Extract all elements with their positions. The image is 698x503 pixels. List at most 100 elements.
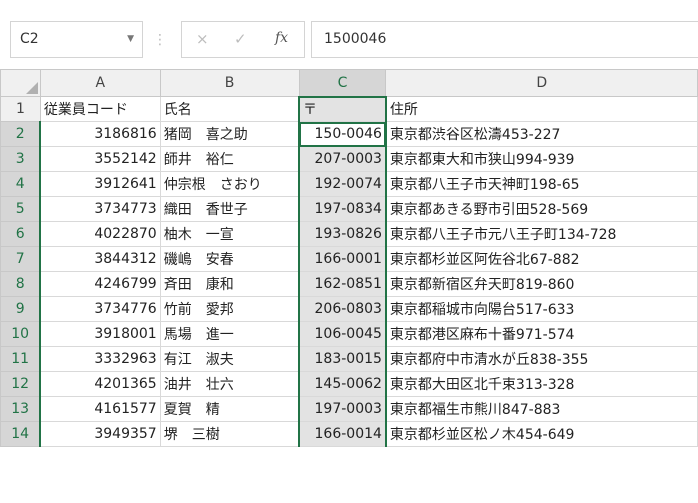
cell-employee-code[interactable]: 4246799 [39,271,161,297]
cell-address[interactable]: 東京都あきる野市引田528-569 [385,196,698,222]
cell-name[interactable]: 猪岡 喜之助 [159,121,300,147]
cell-address[interactable]: 東京都大田区北千束313-328 [385,371,698,397]
spreadsheet-window: C2 ▼ ⋮ × ✓ fx 1500046 A B C D 1 従業員コード 氏… [0,0,698,503]
cell-address[interactable]: 東京都港区麻布十番971-574 [385,321,698,347]
row-header[interactable]: 3 [0,146,42,172]
row-header[interactable]: 5 [0,196,42,222]
column-header-a[interactable]: A [39,69,161,97]
column-header-b[interactable]: B [159,69,300,97]
cell-name[interactable]: 織田 香世子 [159,196,300,222]
cell-employee-code[interactable]: 4022870 [39,221,161,247]
cell-zip[interactable]: 166-0001 [298,246,387,272]
enter-check-icon[interactable]: ✓ [234,30,247,48]
cell-employee-code[interactable]: 4161577 [39,396,161,422]
cell-address[interactable]: 東京都新宿区弁天町819-860 [385,271,698,297]
cell-zip[interactable]: 197-0003 [298,396,387,422]
cell-zip[interactable]: 193-0826 [298,221,387,247]
cell-name[interactable]: 師井 裕仁 [159,146,300,172]
row-header[interactable]: 4 [0,171,42,197]
cell-employee-code[interactable]: 3918001 [39,321,161,347]
cell-name[interactable]: 斉田 康和 [159,271,300,297]
formula-bar: C2 ▼ ⋮ × ✓ fx 1500046 [0,0,698,69]
table-row: 10 3918001 馬場 進一 106-0045 東京都港区麻布十番971-574 [0,321,698,347]
cell-employee-code[interactable]: 3734773 [39,196,161,222]
column-header-d[interactable]: D [385,69,698,97]
cancel-icon[interactable]: × [196,30,209,48]
cell-employee-code[interactable]: 3552142 [39,146,161,172]
table-row: 9 3734776 竹前 愛邦 206-0803 東京都稲城市向陽台517-633 [0,296,698,322]
cell-zip[interactable]: 206-0803 [298,296,387,322]
cell-zip[interactable]: 183-0015 [298,346,387,372]
table-row: 11 3332963 有江 淑夫 183-0015 東京都府中市清水が丘838-355 [0,346,698,372]
cell-name[interactable]: 柚木 一宣 [159,221,300,247]
insert-function-icon[interactable]: fx [275,30,288,46]
row-header[interactable]: 14 [0,421,42,447]
row-header[interactable]: 11 [0,346,42,372]
cell-name[interactable]: 仲宗根 さおり [159,171,300,197]
cell-address[interactable]: 東京都渋谷区松濤453-227 [385,121,698,147]
cell-name[interactable]: 磯嶋 安春 [159,246,300,272]
formula-buttons: × ✓ fx [181,21,305,58]
cell-address[interactable]: 東京都福生市熊川847-883 [385,396,698,422]
cell-zip[interactable]: 192-0074 [298,171,387,197]
formula-value: 1500046 [324,31,387,47]
cell-address[interactable]: 東京都府中市清水が丘838-355 [385,346,698,372]
table-row: 4 3912641 仲宗根 さおり 192-0074 東京都八王子市天神町198-65 [0,171,698,197]
cell-address[interactable]: 東京都東大和市狭山994-939 [385,146,698,172]
chevron-down-icon[interactable]: ▼ [127,34,134,44]
table-row: 8 4246799 斉田 康和 162-0851 東京都新宿区弁天町819-860 [0,271,698,297]
cell-zip[interactable]: 207-0003 [298,146,387,172]
cell-name[interactable]: 夏賀 精 [159,396,300,422]
cell-employee-code[interactable]: 3332963 [39,346,161,372]
row-header[interactable]: 1 [0,96,41,122]
cell-name[interactable]: 有江 淑夫 [159,346,300,372]
cell-name[interactable]: 竹前 愛邦 [159,296,300,322]
cell-zip[interactable]: 162-0851 [298,271,387,297]
cell-address[interactable]: 東京都稲城市向陽台517-633 [385,296,698,322]
column-header-c[interactable]: C [298,69,387,98]
cell-zip[interactable]: 166-0014 [298,421,387,447]
row-header[interactable]: 7 [0,246,42,272]
cell-address[interactable]: 東京都杉並区松ノ木454-649 [385,421,698,447]
cell-employee-code[interactable]: 3844312 [39,246,161,272]
table-header-row: 1 従業員コード 氏名 〒 住所 [0,96,698,122]
cell-zip[interactable]: 145-0062 [298,371,387,397]
active-cell-zip[interactable]: 150-0046 [298,121,387,147]
table-row: 14 3949357 堺 三樹 166-0014 東京都杉並区松ノ木454-649 [0,421,698,447]
row-header[interactable]: 8 [0,271,42,297]
row-header[interactable]: 6 [0,221,42,247]
select-all-corner[interactable] [0,69,41,97]
table-row: 12 4201365 油井 壮六 145-0062 東京都大田区北千束313-328 [0,371,698,397]
cell-name[interactable]: 油井 壮六 [159,371,300,397]
cell-header-code[interactable]: 従業員コード [39,96,161,122]
cell-header-address[interactable]: 住所 [385,96,698,122]
cell-employee-code[interactable]: 4201365 [39,371,161,397]
formula-input[interactable]: 1500046 [311,21,698,58]
table-row: 3 3552142 師井 裕仁 207-0003 東京都東大和市狭山994-939 [0,146,698,172]
cell-header-name[interactable]: 氏名 [159,96,300,122]
table-row: 7 3844312 磯嶋 安春 166-0001 東京都杉並区阿佐谷北67-882 [0,246,698,272]
row-header[interactable]: 13 [0,396,42,422]
cell-employee-code[interactable]: 3186816 [39,121,161,147]
cell-name[interactable]: 馬場 進一 [159,321,300,347]
cell-address[interactable]: 東京都杉並区阿佐谷北67-882 [385,246,698,272]
cell-name[interactable]: 堺 三樹 [159,421,300,447]
cell-employee-code[interactable]: 3912641 [39,171,161,197]
drag-handle-icon[interactable]: ⋮ [153,30,167,50]
cell-employee-code[interactable]: 3949357 [39,421,161,447]
column-header-row: A B C D [0,69,698,98]
cell-zip[interactable]: 106-0045 [298,321,387,347]
cell-zip[interactable]: 197-0834 [298,196,387,222]
table-row: 6 4022870 柚木 一宣 193-0826 東京都八王子市元八王子町134-728 [0,221,698,247]
row-header[interactable]: 9 [0,296,42,322]
row-header[interactable]: 2 [0,121,42,147]
row-header[interactable]: 10 [0,321,42,347]
name-box[interactable]: C2 ▼ [10,21,143,58]
cell-address[interactable]: 東京都八王子市天神町198-65 [385,171,698,197]
cell-address[interactable]: 東京都八王子市元八王子町134-728 [385,221,698,247]
table-row: 5 3734773 織田 香世子 197-0834 東京都あきる野市引田528-569 [0,196,698,222]
cell-header-zip[interactable]: 〒 [298,96,387,122]
row-header[interactable]: 12 [0,371,42,397]
table-row: 2 3186816 猪岡 喜之助 150-0046 東京都渋谷区松濤453-227 [0,121,698,147]
cell-employee-code[interactable]: 3734776 [39,296,161,322]
